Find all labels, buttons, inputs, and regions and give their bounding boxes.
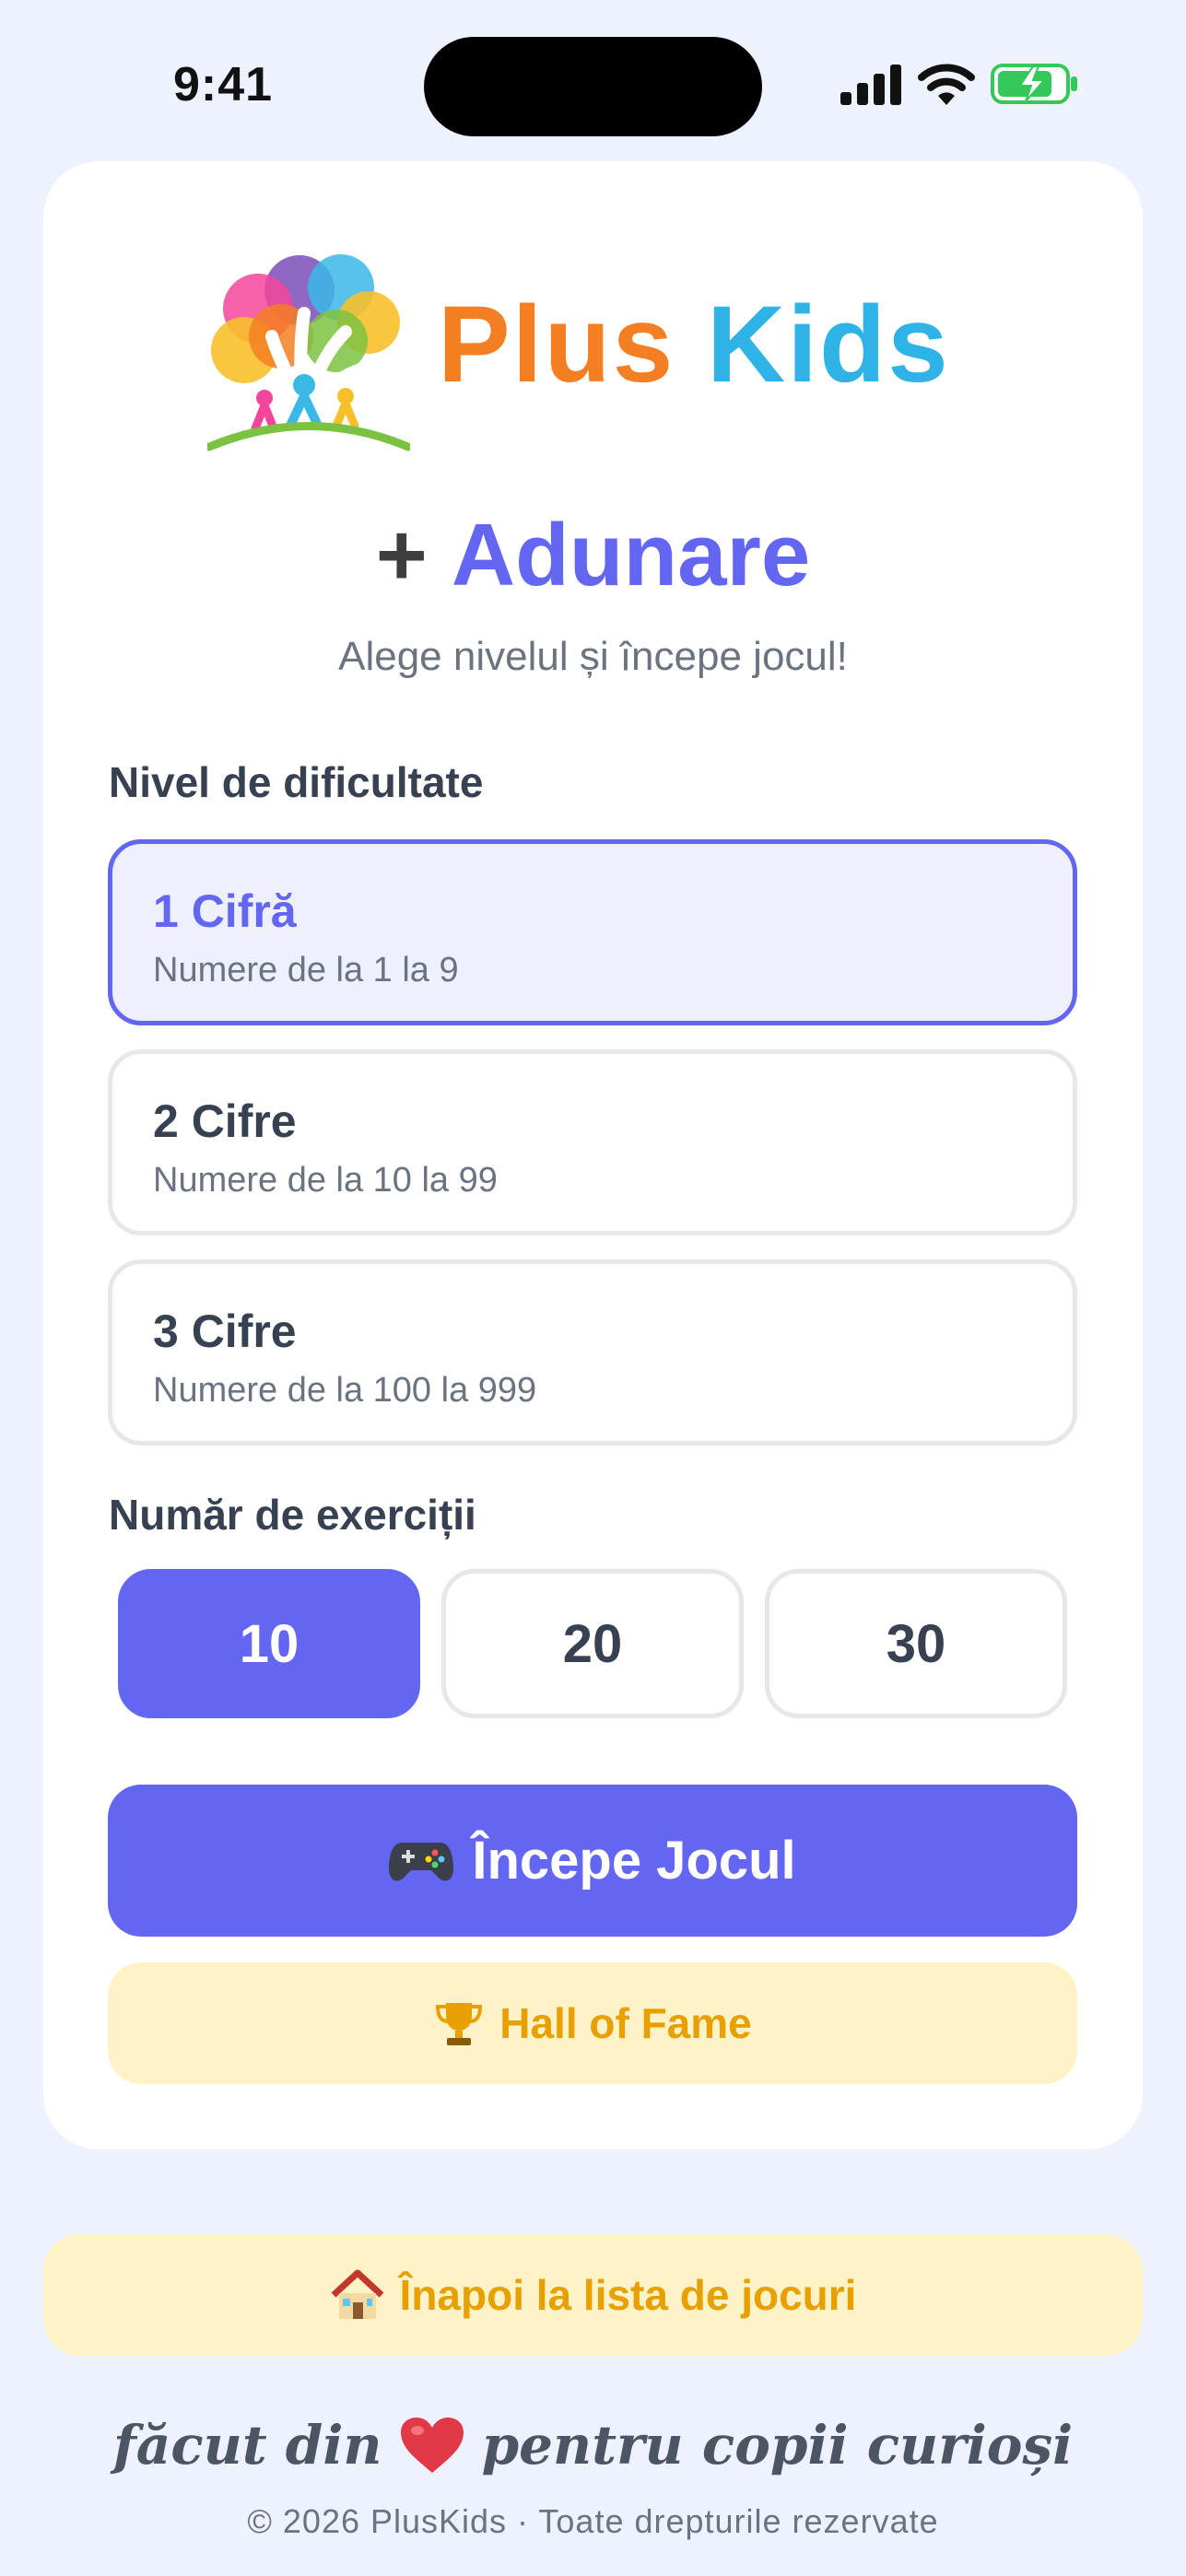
exercise-count-20-button[interactable]: 20 bbox=[441, 1569, 744, 1718]
exercises-label: Număr de exerciții bbox=[109, 1491, 476, 1539]
footer-tagline: făcut din pentru copii curioși bbox=[0, 2414, 1186, 2476]
screen: 9:41 Plus Kids + Adunare Alege nivelul ș… bbox=[0, 0, 1186, 2576]
back-to-games-label: Înapoi la lista de jocuri bbox=[399, 2271, 857, 2319]
difficulty-label: Nivel de dificultate bbox=[109, 758, 484, 806]
house-icon bbox=[331, 2269, 383, 2319]
status-time: 9:41 bbox=[173, 58, 274, 111]
brand-wordmark: Plus Kids bbox=[438, 290, 950, 399]
heart-icon bbox=[400, 2418, 464, 2473]
level-option-1[interactable]: 1 Cifră Numere de la 1 la 9 bbox=[108, 839, 1077, 1025]
footer-tagline-suffix: pentru copii curioși bbox=[481, 2414, 1074, 2476]
status-bar: 9:41 bbox=[0, 0, 1186, 166]
copyright-text: © 2026 PlusKids · Toate drepturile rezer… bbox=[247, 2502, 939, 2540]
level-name: 1 Cifră bbox=[153, 885, 297, 937]
gamepad-icon bbox=[389, 1842, 454, 1881]
page-title: + Adunare bbox=[0, 511, 1186, 600]
exercise-count-10-button[interactable]: 10 bbox=[118, 1569, 420, 1718]
level-option-3[interactable]: 3 Cifre Numere de la 100 la 999 bbox=[108, 1259, 1077, 1446]
level-description: Numere de la 100 la 999 bbox=[153, 1371, 537, 1410]
page-subtitle: Alege nivelul și începe jocul! bbox=[338, 634, 848, 679]
start-game-label: Începe Jocul bbox=[472, 1831, 796, 1891]
level-description: Numere de la 1 la 9 bbox=[153, 951, 459, 989]
page-title-text: Adunare bbox=[451, 506, 811, 604]
cellular-signal-icon bbox=[840, 64, 901, 105]
brand-part-kids: Kids bbox=[707, 284, 950, 405]
battery-charging-icon bbox=[991, 64, 1077, 104]
level-name: 3 Cifre bbox=[153, 1306, 297, 1357]
hall-of-fame-button[interactable]: Hall of Fame bbox=[108, 1962, 1077, 2084]
pluskids-logo-icon bbox=[207, 254, 410, 451]
plus-icon: + bbox=[375, 506, 428, 604]
brand-part-plus: Plus bbox=[438, 284, 675, 405]
level-option-2[interactable]: 2 Cifre Numere de la 10 la 99 bbox=[108, 1049, 1077, 1235]
hall-of-fame-label: Hall of Fame bbox=[499, 1999, 752, 2047]
trophy-icon bbox=[436, 2003, 483, 2045]
level-name: 2 Cifre bbox=[153, 1095, 297, 1147]
wifi-icon bbox=[918, 64, 975, 105]
start-game-button[interactable]: Începe Jocul bbox=[108, 1785, 1077, 1937]
back-to-games-button[interactable]: Înapoi la lista de jocuri bbox=[43, 2234, 1143, 2356]
exercise-count-30-button[interactable]: 30 bbox=[765, 1569, 1067, 1718]
footer-tagline-prefix: făcut din bbox=[112, 2414, 382, 2476]
level-description: Numere de la 10 la 99 bbox=[153, 1161, 498, 1200]
dynamic-island bbox=[424, 37, 762, 136]
